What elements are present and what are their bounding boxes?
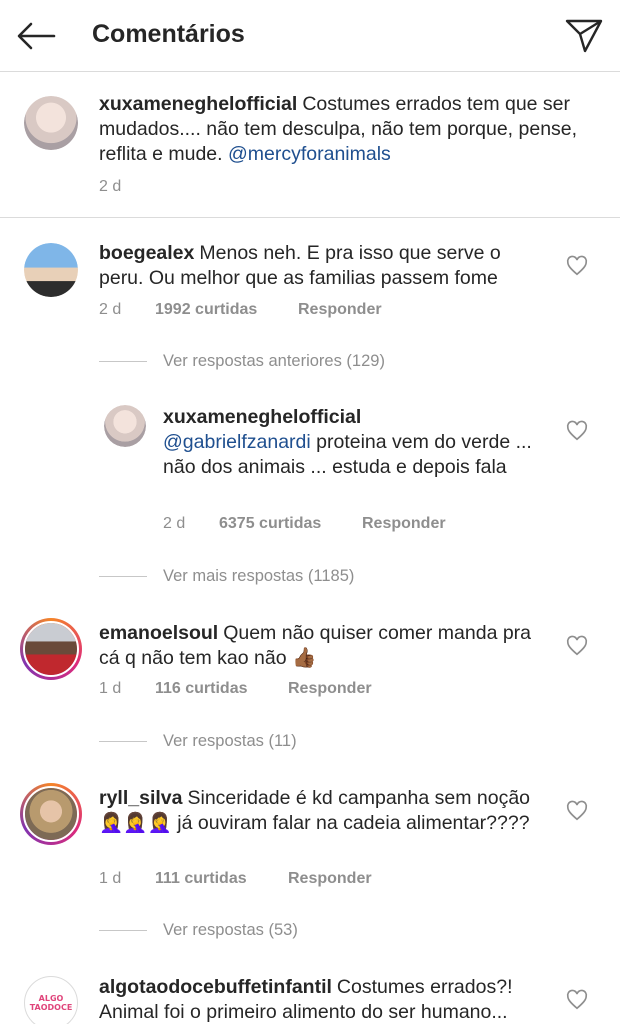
likes-count[interactable]: 116 curtidas <box>155 680 288 698</box>
comment-text: algotaodocebuffetinfantil Costumes errado… <box>99 975 559 1024</box>
comment-time: 2 d <box>163 515 186 532</box>
comment-meta: 2 d 6375 curtidas Responder <box>163 515 446 533</box>
divider <box>99 576 147 577</box>
post-caption: xuxameneghelofficial Costumes errados tem… <box>0 72 620 218</box>
likes-count[interactable]: 111 curtidas <box>155 870 288 888</box>
view-replies-label: Ver respostas anteriores (129) <box>163 352 385 370</box>
heart-icon[interactable] <box>566 255 588 277</box>
paper-plane-icon <box>565 19 603 53</box>
comment-text: emanoelsoul Quem não quiser comer manda p… <box>99 621 539 671</box>
caption-meta: 2 d <box>99 178 121 196</box>
heart-icon[interactable] <box>566 420 588 442</box>
comment-text: ryll_silva Sinceridade é kd campanha sem … <box>99 786 539 836</box>
divider <box>99 930 147 931</box>
avatar[interactable] <box>24 96 78 150</box>
comment-username[interactable]: emanoelsoul <box>99 622 218 644</box>
reply-button[interactable]: Responder <box>288 870 372 888</box>
comment-meta: 1 d 116 curtidas Responder <box>99 680 372 698</box>
comment-username[interactable]: xuxameneghelofficial <box>163 406 361 428</box>
view-replies-button[interactable]: Ver mais respostas (1185) <box>99 567 354 586</box>
avatar[interactable] <box>24 243 78 297</box>
top-bar: Comentários <box>0 0 620 72</box>
comment-text: boegealex Menos neh. E pra isso que serve… <box>99 241 539 291</box>
divider <box>99 741 147 742</box>
reply-button[interactable]: Responder <box>288 680 372 698</box>
comment-time: 1 d <box>99 870 122 887</box>
caption-text: xuxameneghelofficial Costumes errados tem… <box>99 92 599 167</box>
reply-button[interactable]: Responder <box>362 515 446 533</box>
heart-icon[interactable] <box>566 989 588 1011</box>
avatar[interactable] <box>20 783 82 845</box>
arrow-left-icon <box>17 22 56 50</box>
heart-icon[interactable] <box>566 800 588 822</box>
view-replies-label: Ver respostas (53) <box>163 921 298 939</box>
back-button[interactable] <box>14 16 58 56</box>
comment-username[interactable]: boegealex <box>99 242 194 264</box>
view-replies-button[interactable]: Ver respostas (11) <box>99 732 297 751</box>
reply-button[interactable]: Responder <box>298 301 382 319</box>
caption-username[interactable]: xuxameneghelofficial <box>99 93 297 115</box>
likes-count[interactable]: 1992 curtidas <box>155 301 298 319</box>
view-replies-label: Ver respostas (11) <box>163 732 297 750</box>
view-replies-button[interactable]: Ver respostas anteriores (129) <box>99 352 385 371</box>
view-replies-button[interactable]: Ver respostas (53) <box>99 921 298 940</box>
caption-time: 2 d <box>99 178 122 195</box>
avatar[interactable]: ALGO TAODOCE <box>24 976 78 1024</box>
comment-time: 1 d <box>99 680 122 697</box>
comment-meta: 1 d 111 curtidas Responder <box>99 870 372 888</box>
comment-text: xuxameneghelofficial @gabrielfzanardi pr… <box>163 405 543 480</box>
caption-mention[interactable]: @mercyforanimals <box>228 143 391 165</box>
heart-icon[interactable] <box>566 635 588 657</box>
avatar[interactable] <box>104 405 146 447</box>
likes-count[interactable]: 6375 curtidas <box>219 515 362 533</box>
avatar[interactable] <box>20 618 82 680</box>
divider <box>99 361 147 362</box>
comment-mention[interactable]: @gabrielfzanardi <box>163 431 311 453</box>
view-replies-label: Ver mais respostas (1185) <box>163 567 355 585</box>
comment-meta: 2 d 1992 curtidas Responder <box>99 301 382 319</box>
comment-time: 2 d <box>99 301 122 318</box>
comment-username[interactable]: ryll_silva <box>99 787 182 809</box>
share-button[interactable] <box>562 14 606 58</box>
avatar-logo: ALGO TAODOCE <box>29 994 73 1012</box>
comment-username[interactable]: algotaodocebuffetinfantil <box>99 976 332 998</box>
page-title: Comentários <box>92 20 245 48</box>
